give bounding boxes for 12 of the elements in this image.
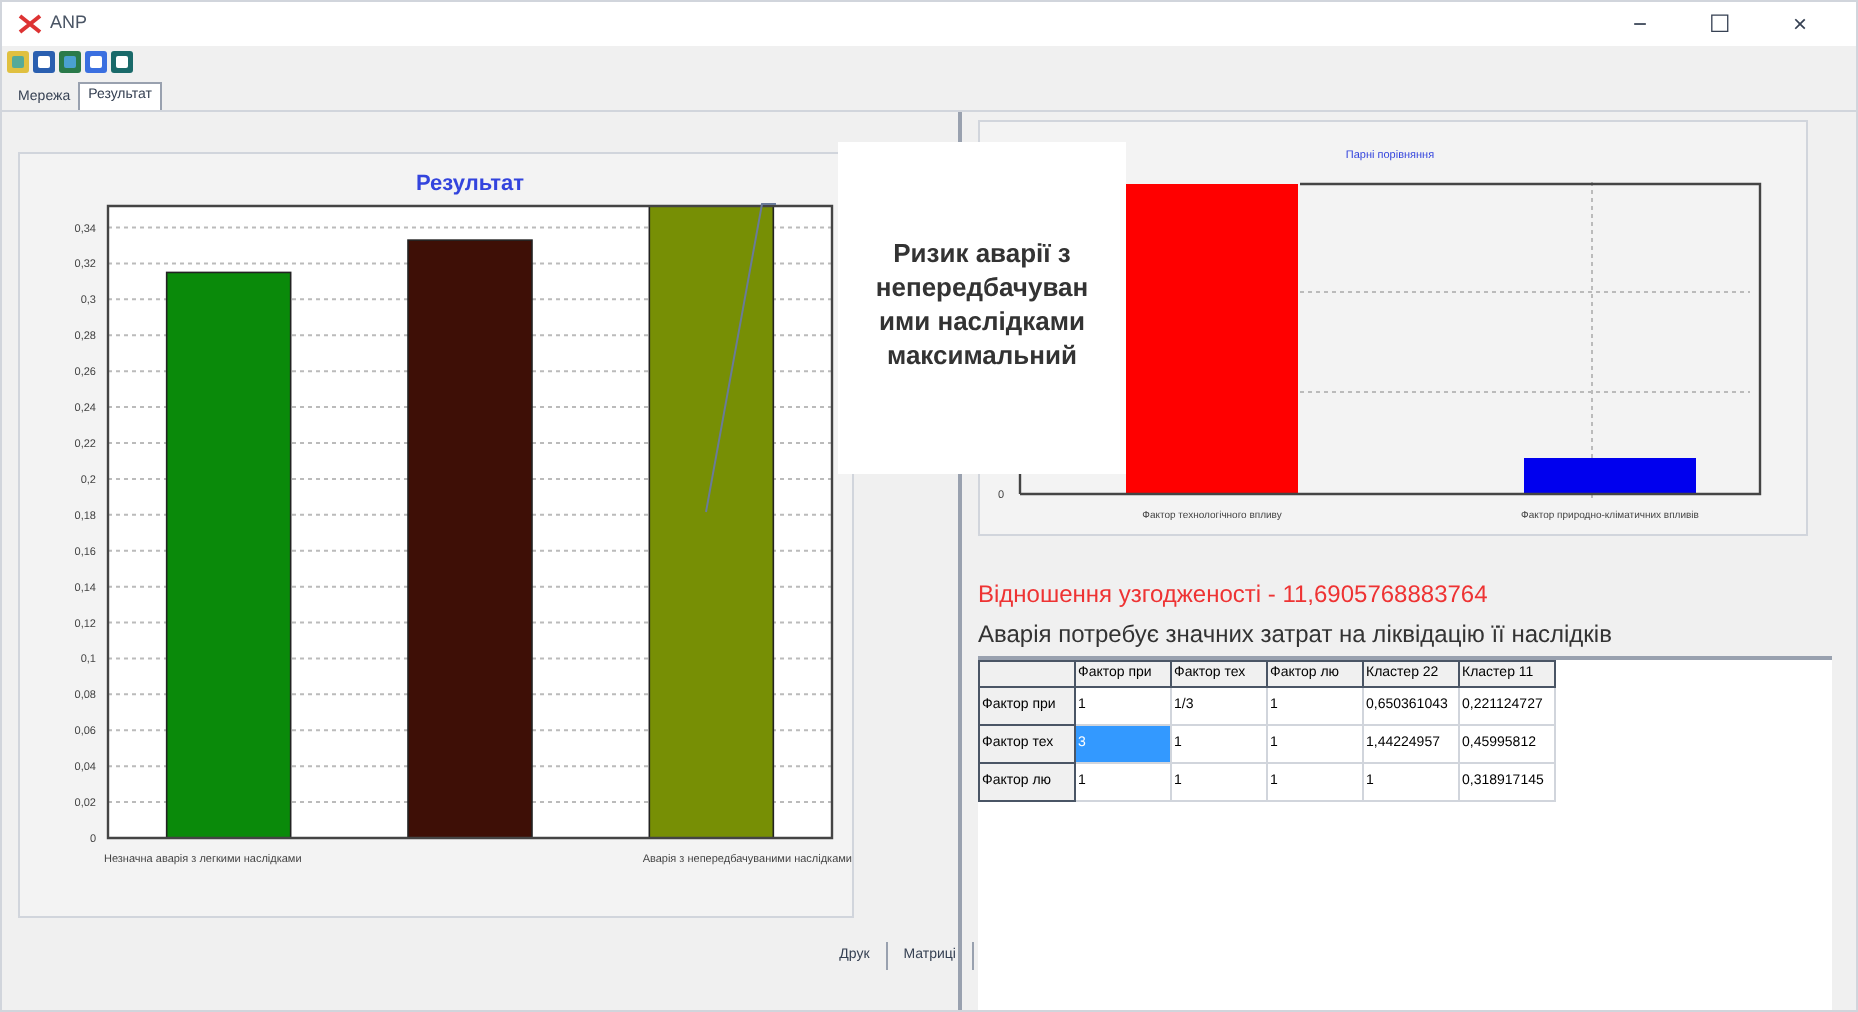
window-control-button[interactable]: × <box>1760 6 1840 42</box>
callout-text: Ризик аварії з <box>893 236 1071 270</box>
window-control-button[interactable]: − <box>1600 6 1680 42</box>
consistency-ratio: Відношення узгодженості - 11,6905768883764 <box>978 578 1490 612</box>
callout-text: ими наслідками <box>879 304 1085 338</box>
callout-text: непередбачуван <box>875 270 1089 304</box>
conclusion-text: Аварія потребує значних затрат на ліквідацію її наслідків <box>978 618 1614 652</box>
window-title: ANP <box>50 10 88 37</box>
callout-text: максимальний <box>887 338 1077 372</box>
chart-title: Результат <box>415 172 525 196</box>
window-control-button[interactable]: ☐ <box>1680 6 1760 42</box>
app-icon <box>18 14 42 34</box>
